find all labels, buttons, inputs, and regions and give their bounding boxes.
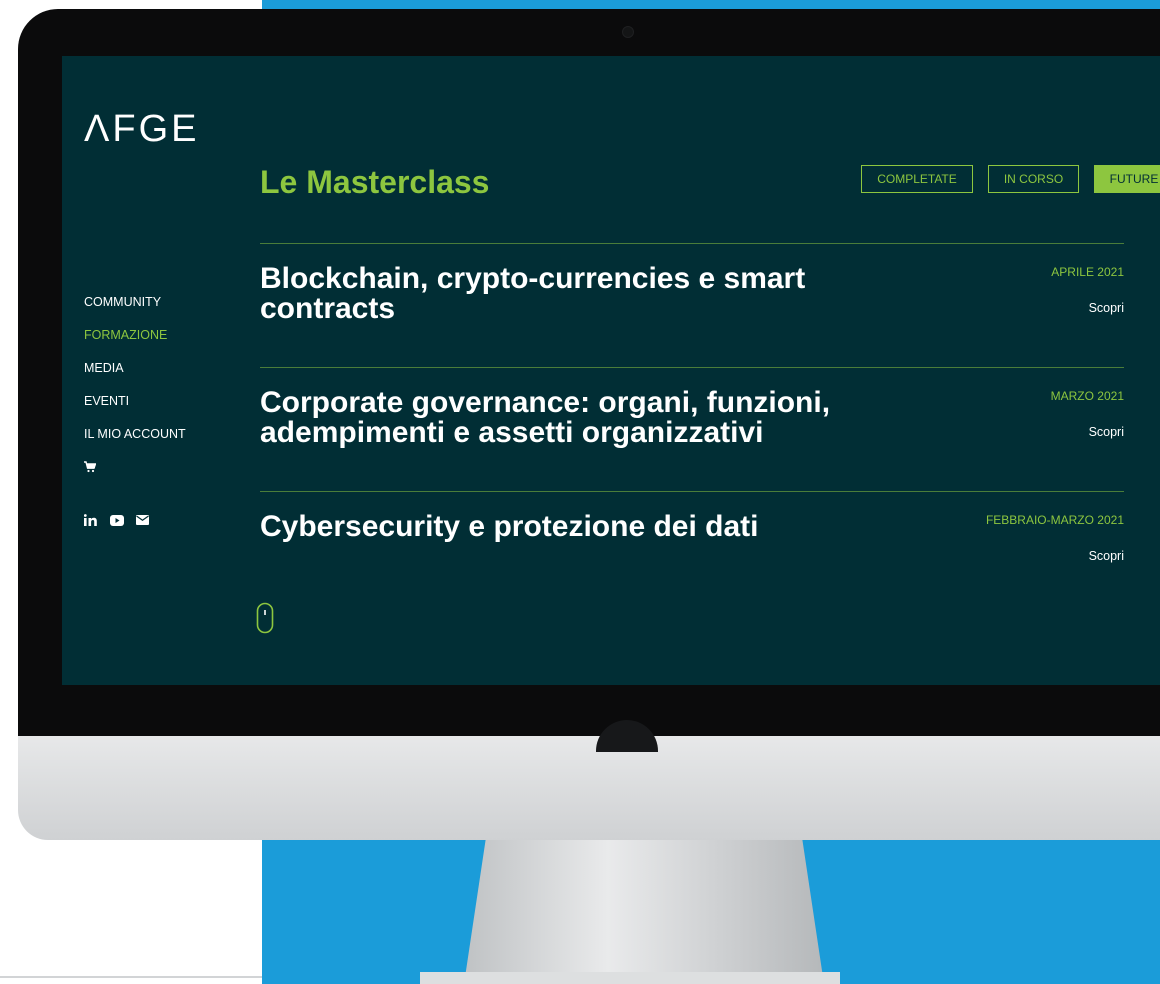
linkedin-icon[interactable]: [84, 514, 98, 526]
website-screen: ΛFGE COMMUNITY FORMAZIONE MEDIA EVENTI I…: [62, 56, 1160, 685]
webcam-icon: [622, 26, 634, 38]
scopri-link[interactable]: Scopri: [1089, 301, 1124, 315]
nav-item-account[interactable]: IL MIO ACCOUNT: [84, 426, 186, 459]
scopri-link[interactable]: Scopri: [1089, 425, 1124, 439]
floor-shadow: [0, 976, 262, 978]
monitor-stand-base: [420, 972, 840, 984]
site-logo[interactable]: ΛFGE: [84, 108, 200, 151]
filter-completate-button[interactable]: COMPLETATE: [861, 165, 973, 193]
mouse-scroll-icon: [256, 602, 274, 634]
masterclass-title[interactable]: Corporate governance: organi, funzioni, …: [260, 388, 940, 448]
nav-item-formazione[interactable]: FORMAZIONE: [84, 327, 186, 360]
filter-in-corso-button[interactable]: IN CORSO: [988, 165, 1079, 193]
masterclass-item: Corporate governance: organi, funzioni, …: [260, 367, 1124, 490]
masterclass-title[interactable]: Cybersecurity e protezione dei dati: [260, 512, 940, 542]
monitor-stand: [464, 840, 824, 984]
filter-future-button[interactable]: FUTURE: [1094, 165, 1160, 193]
nav-item-cart[interactable]: [84, 461, 186, 494]
social-links: [84, 514, 149, 526]
cart-icon: [84, 461, 96, 473]
nav-item-media[interactable]: MEDIA: [84, 360, 186, 393]
masterclass-item: Blockchain, crypto-currencies e smart co…: [260, 243, 1124, 366]
masterclass-title[interactable]: Blockchain, crypto-currencies e smart co…: [260, 264, 940, 324]
scopri-link[interactable]: Scopri: [1089, 549, 1124, 563]
monitor-chin: [18, 736, 1160, 840]
youtube-icon[interactable]: [110, 514, 124, 526]
masterclass-date: FEBBRAIO-MARZO 2021: [985, 513, 1124, 527]
masterclass-date: APRILE 2021: [1051, 265, 1124, 279]
mail-icon[interactable]: [136, 515, 149, 525]
masterclass-date: MARZO 2021: [1050, 389, 1124, 403]
masterclass-item: Cybersecurity e protezione dei dati FEBB…: [260, 491, 1124, 614]
nav-item-community[interactable]: COMMUNITY: [84, 294, 186, 327]
page-title: Le Masterclass: [260, 164, 490, 200]
nav-item-eventi[interactable]: EVENTI: [84, 393, 186, 426]
main-nav: COMMUNITY FORMAZIONE MEDIA EVENTI IL MIO…: [84, 294, 186, 494]
